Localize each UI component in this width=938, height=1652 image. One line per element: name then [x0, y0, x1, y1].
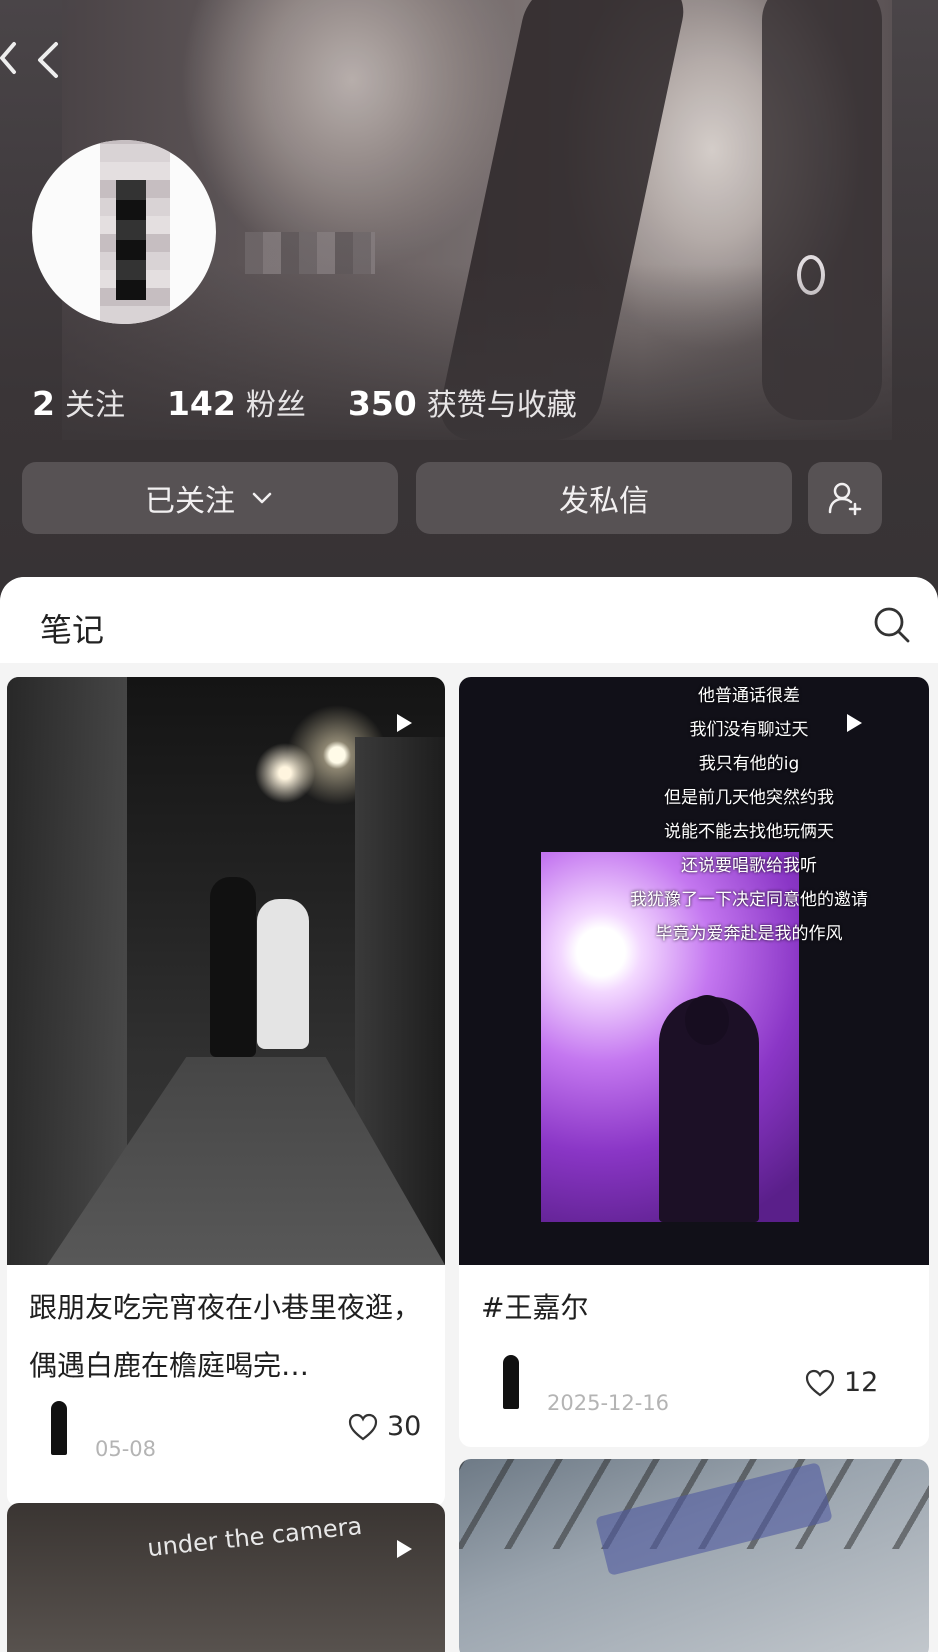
cover-person-dark: [210, 877, 256, 1057]
overlay-line: 我只有他的ig: [698, 754, 800, 774]
cover-person-light: [257, 899, 309, 1049]
avatar-mosaic-figure: [116, 180, 146, 300]
stat-likes-count: 350: [347, 384, 417, 423]
heart-icon: [805, 1369, 835, 1396]
cover-hair: [433, 0, 691, 440]
back-button[interactable]: [0, 30, 70, 90]
stat-following-label: 关注: [64, 388, 125, 423]
chevron-left-icon: [0, 42, 58, 78]
stat-followers[interactable]: 142 粉丝: [167, 380, 306, 424]
message-button-label: 发私信: [559, 484, 649, 519]
note-card[interactable]: 他普通话很差 我们没有聊过天 我只有他的ig 但是前几天他突然约我 说能不能去找…: [459, 677, 929, 1447]
note-date: 2025-12-16: [547, 1391, 670, 1415]
add-user-icon: [828, 482, 862, 516]
note-title: #王嘉尔: [481, 1291, 589, 1324]
overlay-line: 我犹豫了一下决定同意他的邀请: [630, 890, 868, 910]
overlay-line: 他普通话很差: [698, 686, 800, 706]
following-button[interactable]: 已关注: [22, 462, 398, 534]
avatar[interactable]: [32, 140, 216, 324]
note-card[interactable]: 跟朋友吃完宵夜在小巷里夜逛，偶遇白鹿在檐庭喝完… 05-08 30: [7, 677, 445, 1507]
note-cover-image: under the camera: [7, 1503, 445, 1652]
overlay-line: 说能不能去找他玩俩天: [664, 822, 834, 842]
author-avatar[interactable]: [51, 1401, 67, 1455]
heart-icon: [348, 1413, 378, 1440]
cover-performer-head: [685, 995, 729, 1045]
cover-earring: [797, 255, 825, 295]
stat-likes[interactable]: 350 获赞与收藏: [348, 380, 577, 424]
like-button[interactable]: 30: [347, 1411, 421, 1442]
stat-following-count: 2: [32, 384, 55, 423]
message-button[interactable]: 发私信: [416, 462, 792, 534]
profile-header: 2 关注 142 粉丝 350 获赞与收藏 已关注 发私信: [0, 0, 938, 640]
add-friend-button[interactable]: [808, 462, 882, 534]
chevron-down-icon: [252, 492, 272, 504]
tab-notes[interactable]: 笔记: [40, 605, 104, 651]
note-card[interactable]: under the camera: [7, 1503, 445, 1652]
note-cover-image: [459, 1459, 929, 1652]
like-count: 12: [844, 1367, 879, 1398]
cover-hair-right: [762, 0, 882, 420]
note-card[interactable]: [459, 1459, 929, 1652]
profile-stats: 2 关注 142 粉丝 350 获赞与收藏: [32, 380, 619, 424]
note-date: 05-08: [95, 1437, 157, 1461]
stat-followers-label: 粉丝: [245, 388, 306, 423]
stat-likes-label: 获赞与收藏: [426, 388, 577, 423]
notes-tab-bar: 笔记: [0, 577, 938, 663]
play-icon: [391, 711, 415, 735]
play-icon: [391, 1537, 415, 1561]
like-count: 30: [387, 1411, 422, 1442]
note-cover-image: 他普通话很差 我们没有聊过天 我只有他的ig 但是前几天他突然约我 说能不能去找…: [459, 677, 929, 1265]
overlay-line: 但是前几天他突然约我: [664, 788, 834, 808]
stat-following[interactable]: 2 关注: [32, 380, 125, 424]
stat-followers-count: 142: [166, 384, 236, 423]
play-icon: [841, 711, 865, 735]
note-title: 跟朋友吃完宵夜在小巷里夜逛，偶遇白鹿在檐庭喝完…: [29, 1291, 422, 1382]
search-icon[interactable]: [872, 605, 912, 645]
overlay-line: 我们没有聊过天: [689, 720, 809, 740]
overlay-line: 毕竟为爱奔赴是我的作风: [655, 924, 843, 944]
cover-caption: under the camera: [146, 1511, 364, 1563]
following-button-label: 已关注: [145, 484, 235, 519]
note-cover-image: [7, 677, 445, 1265]
username-mosaic: [245, 232, 375, 274]
overlay-line: 还说要唱歌给我听: [681, 856, 817, 876]
notes-panel: 笔记 跟朋友吃完宵夜在小巷里夜逛，偶遇白鹿在檐庭喝完… 05-08 30 他普通…: [0, 577, 938, 1652]
like-button[interactable]: 12: [804, 1367, 878, 1398]
author-avatar[interactable]: [503, 1355, 519, 1409]
